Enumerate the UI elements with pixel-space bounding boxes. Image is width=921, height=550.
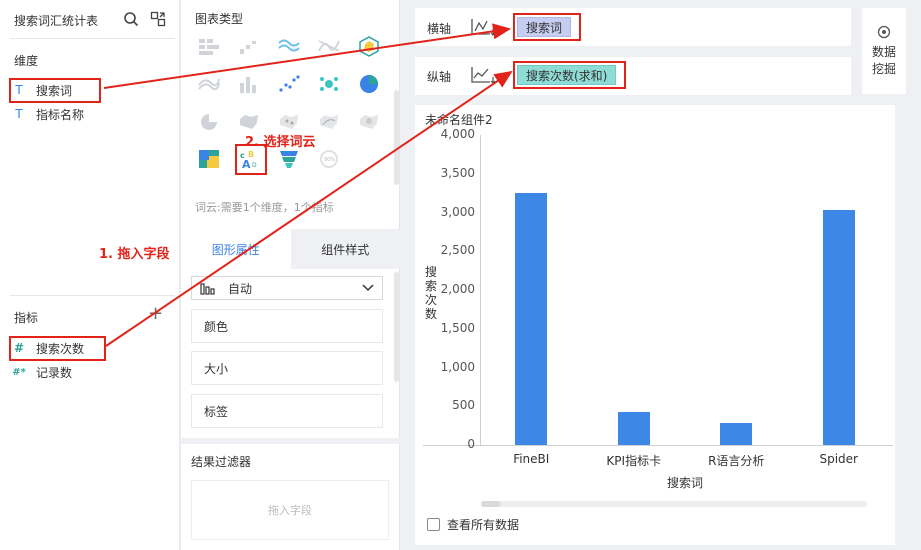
view-all-label: 查看所有数据 bbox=[447, 518, 520, 532]
annotation-step2: 2. 选择词云 bbox=[245, 135, 316, 150]
chart-scrollbar[interactable] bbox=[481, 501, 867, 507]
bar[interactable] bbox=[515, 193, 548, 445]
add-measure-button[interactable]: + bbox=[148, 303, 163, 324]
component-name: 未命名组件2 bbox=[425, 113, 493, 127]
measure-title: 指标 bbox=[14, 311, 39, 325]
y-tick-label: 0 bbox=[467, 437, 475, 451]
chart-subtype-select[interactable]: 自动 bbox=[191, 276, 383, 300]
x-axis-line bbox=[423, 445, 893, 446]
annotation-step1: 1. 拖入字段 bbox=[99, 247, 170, 262]
y-tick-label: 4,000 bbox=[440, 127, 475, 141]
divider bbox=[10, 295, 175, 296]
mining-label-2: 挖掘 bbox=[871, 62, 896, 76]
treemap-icon[interactable] bbox=[197, 148, 221, 170]
mining-label-1: 数据 bbox=[871, 45, 896, 59]
table-title: 搜索词汇统计表 bbox=[14, 14, 99, 28]
tab-component-style[interactable]: 组件样式 bbox=[290, 229, 400, 269]
property-tabs: 图形属性 组件样式 bbox=[181, 229, 400, 269]
chart-config-panel: 图表类型 cBAD 90% 词云:需要1个维度，1个指标 图形属性 组件样式 自… bbox=[181, 0, 400, 550]
x-axis-icon[interactable] bbox=[470, 17, 498, 37]
x-axis-title: 搜索词 bbox=[666, 476, 703, 490]
range-area-icon[interactable] bbox=[197, 73, 221, 95]
flow-map-icon[interactable] bbox=[317, 111, 341, 133]
bar-chart-icon bbox=[200, 283, 215, 295]
y-tick-label: 3,500 bbox=[440, 165, 475, 180]
y-tick-label: 500 bbox=[452, 398, 475, 413]
switch-view-icon[interactable] bbox=[150, 11, 166, 27]
y-tick-label: 1,000 bbox=[440, 359, 475, 374]
x-axis-label: 横轴 bbox=[427, 22, 452, 36]
divider bbox=[10, 38, 175, 39]
column-icon[interactable] bbox=[237, 73, 261, 95]
chart-hint: 词云:需要1个维度，1个指标 bbox=[195, 201, 334, 214]
divider bbox=[181, 438, 400, 444]
field-record-count[interactable]: #* 记录数 bbox=[12, 361, 172, 383]
field-label: 记录数 bbox=[36, 365, 73, 380]
text-type-icon: T bbox=[15, 107, 23, 121]
highlight-box bbox=[513, 13, 581, 41]
y-tick-label: 2,000 bbox=[440, 282, 475, 296]
y-tick-label: 1,500 bbox=[440, 320, 475, 335]
chevron-down-icon bbox=[362, 284, 374, 292]
number-type-icon: #* bbox=[12, 366, 26, 378]
x-axis-row: 横轴 搜索词 bbox=[415, 8, 851, 46]
flow-icon[interactable] bbox=[317, 35, 341, 57]
scrollbar[interactable] bbox=[394, 90, 399, 185]
scrollbar[interactable] bbox=[394, 272, 399, 382]
size-property[interactable]: 大小 bbox=[191, 351, 383, 385]
dimension-title: 维度 bbox=[14, 54, 39, 68]
x-tick-label: R语言分析 bbox=[708, 454, 765, 468]
map-icon[interactable] bbox=[237, 111, 261, 133]
data-panel: 搜索词汇统计表 维度 T 搜索词 T 指标名称 指标 + # 搜索次数 #* 记… bbox=[0, 0, 180, 550]
svg-text:90%: 90% bbox=[324, 157, 335, 163]
x-tick-label: FineBI bbox=[513, 452, 550, 466]
filter-title: 结果过滤器 bbox=[191, 455, 252, 469]
chart-panel: 未命名组件2 搜索次数 搜索词 查看所有数据 4,000 3,500 3,000 2,… bbox=[415, 105, 895, 545]
highlight-box bbox=[9, 78, 101, 103]
bar[interactable] bbox=[720, 422, 753, 445]
y-axis-label: 纵轴 bbox=[427, 70, 452, 84]
area-wave-icon[interactable] bbox=[277, 35, 301, 57]
pie-icon[interactable] bbox=[357, 73, 381, 95]
highlight-box bbox=[513, 61, 626, 89]
grouped-table-icon[interactable] bbox=[197, 35, 221, 57]
color-property[interactable]: 颜色 bbox=[191, 309, 383, 343]
search-icon[interactable] bbox=[123, 11, 139, 27]
bar[interactable] bbox=[822, 210, 855, 445]
view-all-data[interactable]: 查看所有数据 bbox=[427, 516, 519, 533]
funnel-icon[interactable] bbox=[277, 148, 301, 170]
bar[interactable] bbox=[617, 412, 650, 445]
field-label: 指标名称 bbox=[36, 107, 85, 122]
tab-graphic-properties[interactable]: 图形属性 bbox=[181, 229, 291, 269]
field-indicator-name[interactable]: T 指标名称 bbox=[12, 103, 172, 125]
y-axis-icon[interactable] bbox=[470, 65, 498, 85]
view-all-checkbox[interactable] bbox=[427, 518, 440, 531]
mining-icon bbox=[877, 25, 891, 39]
x-tick-label: Spider bbox=[819, 452, 858, 466]
y-tick-label: 2,500 bbox=[440, 243, 475, 258]
select-value: 自动 bbox=[228, 281, 253, 296]
chart-scroll-thumb[interactable] bbox=[481, 501, 501, 507]
x-tick-label: KPI指标卡 bbox=[606, 454, 662, 468]
radar-icon[interactable] bbox=[357, 35, 381, 57]
stepped-bar-icon[interactable] bbox=[237, 35, 261, 57]
chart-type-title: 图表类型 bbox=[195, 12, 244, 26]
highlight-box bbox=[9, 336, 106, 361]
filter-drop-zone[interactable]: 拖入字段 bbox=[191, 480, 389, 540]
data-mining-button[interactable]: 数据 挖掘 bbox=[862, 8, 906, 94]
dashboard-pie-icon[interactable] bbox=[197, 111, 221, 133]
y-tick-label: 3,000 bbox=[440, 204, 475, 219]
y-axis-row: 纵轴 搜索次数(求和) bbox=[415, 57, 851, 95]
label-property[interactable]: 标签 bbox=[191, 394, 383, 428]
point-map-icon[interactable] bbox=[277, 111, 301, 133]
bubble-icon[interactable] bbox=[317, 73, 341, 95]
scatter-icon[interactable] bbox=[277, 73, 301, 95]
gauge-icon[interactable]: 90% bbox=[317, 148, 341, 170]
heat-map-icon[interactable] bbox=[357, 111, 381, 133]
